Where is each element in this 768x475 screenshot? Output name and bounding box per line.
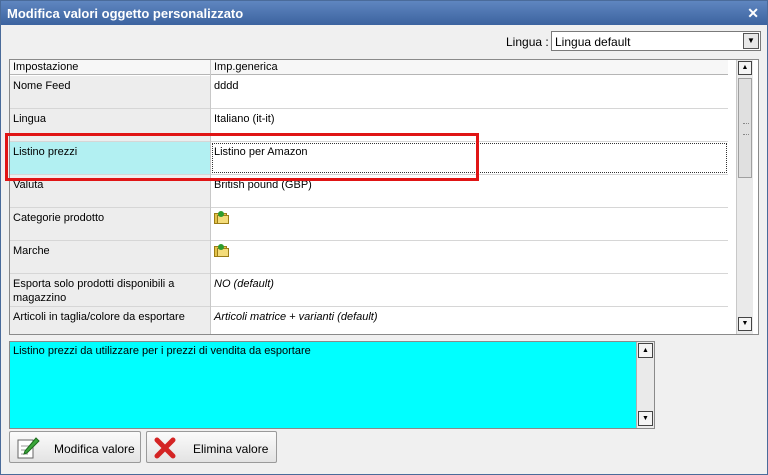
column-header-generic: Imp.generica <box>214 61 278 73</box>
row-value[interactable]: Italiano (it-it) <box>211 109 728 141</box>
folder-add-icon[interactable] <box>214 244 230 258</box>
row-label: Esporta solo prodotti disponibili a maga… <box>10 274 210 306</box>
row-value[interactable] <box>211 208 728 240</box>
grid-row-lingua[interactable]: Lingua Italiano (it-it) <box>10 109 728 142</box>
settings-grid: Impostazione Imp.generica Nome Feed dddd… <box>9 59 759 335</box>
column-separator <box>210 60 211 334</box>
row-label: Listino prezzi <box>10 142 210 174</box>
edit-pencil-icon <box>17 437 40 459</box>
title-bar: Modifica valori oggetto personalizzato ✕ <box>1 1 767 25</box>
row-label: Articoli in taglia/colore da esportare <box>10 307 210 334</box>
folder-add-icon[interactable] <box>214 211 230 225</box>
delete-x-icon <box>154 437 176 459</box>
edit-value-button[interactable]: Modifica valore <box>9 431 141 463</box>
scroll-up-icon[interactable]: ▲ <box>738 61 752 75</box>
grid-row-listino-prezzi[interactable]: Listino prezzi Listino per Amazon <box>10 142 728 175</box>
row-value[interactable]: Articoli matrice + varianti (default) <box>211 307 728 334</box>
language-selected-value: Lingua default <box>555 35 631 49</box>
description-box: Listino prezzi da utilizzare per i prezz… <box>9 341 655 429</box>
row-label: Marche <box>10 241 210 273</box>
close-icon[interactable]: ✕ <box>747 5 759 22</box>
grid-header: Impostazione Imp.generica <box>10 60 728 75</box>
grid-scrollbar[interactable]: ▲ ▼ <box>736 60 753 334</box>
grid-row-valuta[interactable]: Valuta British pound (GBP) <box>10 175 728 208</box>
edit-value-label: Modifica valore <box>54 442 135 456</box>
dialog-window: Modifica valori oggetto personalizzato ✕… <box>0 0 768 475</box>
row-value[interactable]: Listino per Amazon <box>211 142 728 174</box>
scroll-up-icon[interactable]: ▲ <box>638 343 653 358</box>
language-select[interactable]: Lingua default ▼ <box>551 31 761 51</box>
grid-row-articoli-taglia-colore[interactable]: Articoli in taglia/colore da esportare A… <box>10 307 728 334</box>
delete-value-button[interactable]: Elimina valore <box>146 431 277 463</box>
description-text: Listino prezzi da utilizzare per i prezz… <box>13 345 311 357</box>
description-scrollbar[interactable]: ▲ ▼ <box>636 342 654 428</box>
row-value[interactable]: dddd <box>211 76 728 108</box>
scroll-down-icon[interactable]: ▼ <box>638 411 653 426</box>
row-value[interactable] <box>211 241 728 273</box>
row-label: Lingua <box>10 109 210 141</box>
grid-row-nome-feed[interactable]: Nome Feed dddd <box>10 76 728 109</box>
grid-row-marche[interactable]: Marche <box>10 241 728 274</box>
grid-row-categorie-prodotto[interactable]: Categorie prodotto <box>10 208 728 241</box>
delete-value-label: Elimina valore <box>193 442 269 456</box>
row-value[interactable]: British pound (GBP) <box>211 175 728 207</box>
window-title: Modifica valori oggetto personalizzato <box>7 6 244 21</box>
scroll-down-icon[interactable]: ▼ <box>738 317 752 331</box>
chevron-down-icon[interactable]: ▼ <box>743 33 759 49</box>
scrollbar-thumb[interactable] <box>738 78 752 178</box>
row-label: Valuta <box>10 175 210 207</box>
row-label: Categorie prodotto <box>10 208 210 240</box>
row-label: Nome Feed <box>10 76 210 108</box>
column-header-setting: Impostazione <box>13 61 79 73</box>
language-label: Lingua : <box>506 35 549 49</box>
grid-row-esporta-disponibili[interactable]: Esporta solo prodotti disponibili a maga… <box>10 274 728 307</box>
row-value[interactable]: NO (default) <box>211 274 728 306</box>
